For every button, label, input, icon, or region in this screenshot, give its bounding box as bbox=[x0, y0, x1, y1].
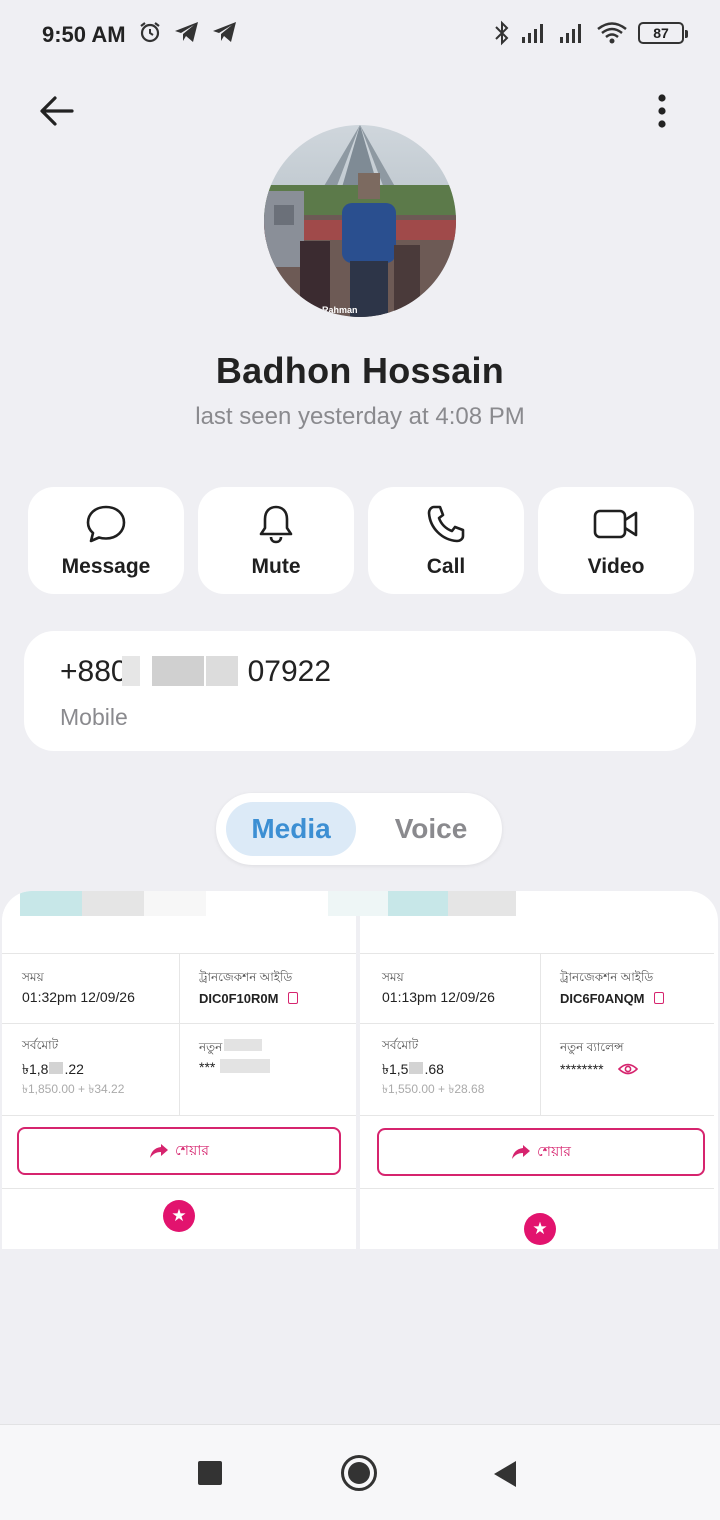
message-button[interactable]: Message bbox=[28, 487, 184, 594]
call-label: Call bbox=[426, 555, 466, 578]
phone-type: Mobile bbox=[60, 704, 128, 730]
time-value: 01:32pm 12/09/26 bbox=[22, 989, 135, 1005]
star-icon: ★ bbox=[524, 1213, 556, 1245]
mute-button[interactable]: Mute bbox=[198, 487, 354, 594]
phone-number-end: 07922 bbox=[247, 655, 332, 688]
share-icon bbox=[512, 1145, 530, 1159]
battery-level: 87 bbox=[653, 25, 669, 41]
redaction-blur bbox=[206, 656, 238, 686]
balance-label: নতুন ব্যালেন্স bbox=[560, 1040, 624, 1054]
signal-icon bbox=[522, 24, 543, 43]
avatar-caption: Rahman bbox=[322, 305, 358, 315]
video-label: Video bbox=[587, 555, 645, 578]
telegram-icon bbox=[175, 22, 198, 42]
media-thumbnail[interactable]: সময় 01:32pm 12/09/26 ট্রানজেকশন আইডি DI… bbox=[2, 891, 356, 1249]
phone-icon bbox=[427, 505, 465, 543]
home-icon[interactable] bbox=[341, 1455, 377, 1491]
eye-icon[interactable] bbox=[618, 1062, 638, 1076]
bell-icon bbox=[259, 505, 293, 544]
wifi-icon bbox=[597, 22, 627, 44]
share-label: শেয়ার bbox=[537, 1143, 571, 1159]
avatar-photo: Rahman bbox=[264, 125, 456, 317]
status-bar: 9:50 AM 87 bbox=[0, 0, 720, 70]
message-label: Message bbox=[61, 555, 151, 578]
last-seen-status: last seen yesterday at 4:08 PM bbox=[195, 403, 525, 430]
redaction-blur bbox=[122, 656, 140, 686]
status-time: 9:50 AM bbox=[42, 22, 126, 47]
balance-label: নতুন bbox=[199, 1040, 223, 1054]
txid-label: ট্রানজেকশন আইডি bbox=[560, 970, 654, 984]
back-button[interactable] bbox=[30, 88, 82, 134]
mute-label: Mute bbox=[251, 555, 301, 578]
media-thumbnail[interactable]: সময় 01:13pm 12/09/26 ট্রানজেকশন আইডি DI… bbox=[328, 891, 714, 1249]
status-right-icons: 87 bbox=[494, 20, 688, 46]
total-label: সর্বমোট bbox=[382, 1038, 419, 1052]
more-options-button[interactable] bbox=[642, 88, 682, 134]
action-buttons: Message Mute Call Video bbox=[28, 487, 694, 594]
share-icon bbox=[150, 1144, 168, 1158]
video-button[interactable]: Video bbox=[538, 487, 694, 594]
status-left-icons bbox=[138, 20, 238, 44]
message-icon bbox=[86, 505, 126, 543]
video-icon bbox=[593, 509, 638, 539]
time-value: 01:13pm 12/09/26 bbox=[382, 989, 495, 1005]
media-grid: সময় 01:32pm 12/09/26 ট্রানজেকশন আইডি DI… bbox=[2, 891, 718, 1249]
redaction-blur bbox=[220, 1059, 270, 1073]
phone-number-card[interactable]: +880 07922 Mobile bbox=[24, 631, 696, 751]
share-button[interactable]: শেয়ার bbox=[17, 1127, 341, 1175]
star-icon: ★ bbox=[163, 1200, 195, 1232]
balance-value: ******** bbox=[560, 1061, 604, 1077]
total-breakdown: ৳1,550.00 + ৳28.68 bbox=[382, 1082, 485, 1096]
share-label: শেয়ার bbox=[175, 1142, 209, 1158]
profile-name: Badhon Hossain bbox=[215, 350, 505, 391]
alarm-icon bbox=[140, 22, 160, 43]
redaction-blur bbox=[224, 1039, 262, 1051]
txid-value: DIC6F0ANQM bbox=[560, 991, 645, 1006]
total-breakdown: ৳1,850.00 + ৳34.22 bbox=[22, 1082, 125, 1096]
media-tabs: Media Voice bbox=[216, 793, 502, 865]
txid-value: DIC0F10R0M bbox=[199, 991, 279, 1006]
balance-value: *** bbox=[199, 1059, 216, 1075]
battery-indicator: 87 bbox=[638, 22, 688, 44]
redaction-blur bbox=[152, 656, 204, 686]
back-icon[interactable] bbox=[494, 1461, 516, 1487]
copy-icon bbox=[288, 992, 298, 1004]
telegram-icon bbox=[213, 22, 236, 42]
tab-voice[interactable]: Voice bbox=[366, 802, 496, 856]
copy-icon bbox=[654, 992, 664, 1004]
time-label: সময় bbox=[22, 970, 44, 984]
total-value: ৳1,8.22 bbox=[22, 1061, 84, 1077]
system-nav-bar bbox=[0, 1424, 720, 1520]
call-button[interactable]: Call bbox=[368, 487, 524, 594]
more-vertical-icon bbox=[658, 94, 666, 128]
share-button[interactable]: শেয়ার bbox=[377, 1128, 705, 1176]
time-label: সময় bbox=[382, 970, 404, 984]
total-value: ৳1,5.68 bbox=[382, 1061, 444, 1077]
total-label: সর্বমোট bbox=[22, 1038, 59, 1052]
profile-avatar[interactable]: Rahman bbox=[264, 125, 456, 317]
recents-icon[interactable] bbox=[198, 1461, 222, 1485]
bluetooth-icon bbox=[495, 20, 509, 46]
arrow-left-icon bbox=[40, 96, 74, 126]
tab-media[interactable]: Media bbox=[226, 802, 356, 856]
txid-label: ট্রানজেকশন আইডি bbox=[199, 970, 293, 984]
signal-icon bbox=[560, 24, 581, 43]
phone-number-start: +880 bbox=[60, 655, 128, 688]
